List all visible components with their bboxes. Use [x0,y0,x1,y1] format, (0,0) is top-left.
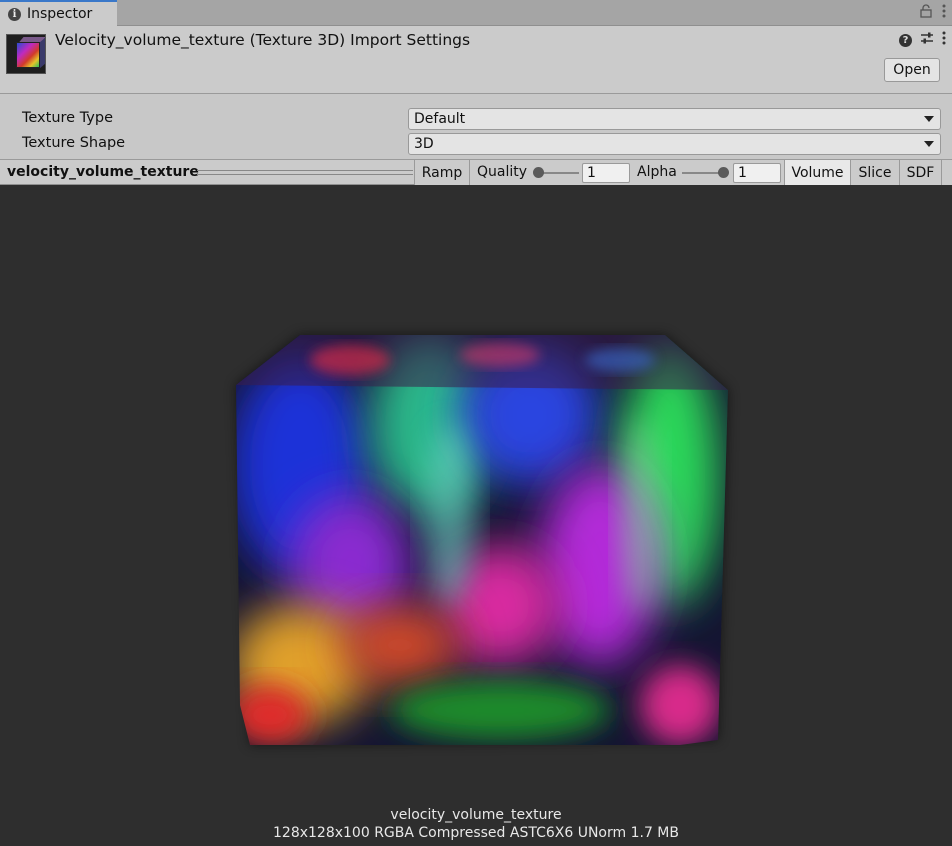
preview-caption-name: velocity_volume_texture [390,807,562,823]
volume-texture-render [236,335,728,745]
texture-shape-row: Texture Shape 3D [0,133,952,155]
alpha-input[interactable]: 1 [733,163,781,183]
preview-caption-info: 128x128x100 RGBA Compressed ASTC6X6 UNor… [273,825,679,841]
tabbar-controls [920,4,946,22]
chevron-down-icon [924,141,934,147]
texture-3d-thumbnail-icon [6,34,46,74]
tab-bar: i Inspector [0,0,952,26]
texture-shape-label: Texture Shape [22,135,126,151]
preview-toolbar: velocity_volume_texture Ramp Quality 1 A… [0,159,952,185]
preset-icon[interactable] [920,31,934,49]
inspector-header: Velocity_volume_texture (Texture 3D) Imp… [0,26,952,94]
import-properties: Texture Type Default Texture Shape 3D [0,95,952,157]
texture-type-row: Texture Type Default [0,108,952,130]
open-button[interactable]: Open [884,58,940,82]
sdf-mode-button[interactable]: SDF [899,160,941,185]
texture-shape-dropdown[interactable]: 3D [408,133,941,155]
tab-label: Inspector [27,6,93,22]
preview-viewport[interactable]: velocity_volume_texture 128x128x100 RGBA… [0,185,952,846]
texture-type-label: Texture Type [22,110,113,126]
help-icon[interactable]: ? [899,33,912,47]
lock-icon[interactable] [920,4,932,22]
quality-label: Quality [477,164,528,180]
slice-mode-button[interactable]: Slice [850,160,899,185]
header-icons: ? [899,31,946,49]
texture-shape-value: 3D [414,136,434,152]
texture-type-dropdown[interactable]: Default [408,108,941,130]
alpha-slider-knob[interactable] [718,167,729,178]
chevron-down-icon [924,116,934,122]
toolbar-end [941,160,952,185]
ramp-button[interactable]: Ramp [414,160,469,185]
quality-input[interactable]: 1 [582,163,630,183]
preview-title: velocity_volume_texture [7,164,199,180]
tab-inspector[interactable]: i Inspector [0,0,117,26]
page-title: Velocity_volume_texture (Texture 3D) Imp… [55,31,471,49]
texture-type-value: Default [414,111,466,127]
alpha-label: Alpha [637,164,677,180]
quality-slider-knob[interactable] [533,167,544,178]
info-icon: i [8,7,21,21]
volume-mode-button[interactable]: Volume [784,160,850,185]
preview-resize-handle[interactable] [197,170,413,175]
kebab-menu-icon[interactable] [942,4,946,22]
kebab-menu-icon[interactable] [942,31,946,49]
